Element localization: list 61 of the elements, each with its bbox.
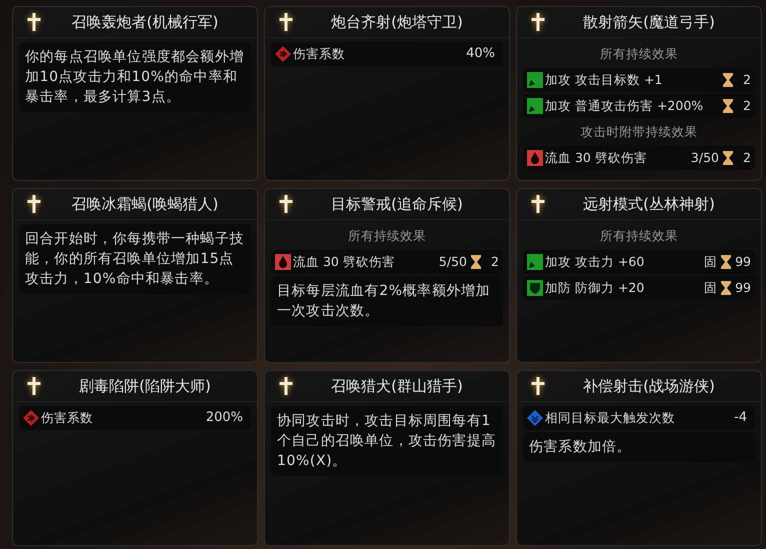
section-heading: 所有持续效果 [599,227,679,245]
cross-icon [279,13,293,31]
description: 目标每层流血有2%概率额外增加一次攻击次数。 [271,276,503,326]
duration: 99 [735,252,751,271]
duration: 2 [490,252,499,271]
skill-title: 召唤猎犬(群山猎手) [330,376,464,397]
stat-value: 40% [466,45,495,64]
stack-count: 5/50 [438,252,467,271]
effect-label: 加攻 攻击力 +60 [545,252,646,271]
cross-icon [279,195,293,213]
skill-title: 剧毒陷阱(陷阱大师) [78,376,212,397]
skill-title: 补偿射击(战场游侠) [582,376,716,397]
effect-label: 流血 30 劈砍伤害 [545,148,648,167]
duration: 2 [742,96,751,115]
effect-label: 流血 30 劈砍伤害 [293,252,396,271]
cross-icon [531,377,545,395]
stat-label: 伤害系数 [293,44,346,63]
effect-label: 加攻 攻击目标数 +1 [545,70,664,89]
stack-count: 3/50 [690,148,719,167]
fixed-marker: 固 [704,252,718,271]
skill-title: 散射箭矢(魔道弓手) [582,12,716,33]
cross-icon [279,377,293,395]
drop-icon [275,254,291,270]
diamond-icon [23,410,39,426]
skill-title: 远射模式(丛林神射) [582,194,716,215]
description: 回合开始时，你每携带一种蝎子技能，你的所有召唤单位增加15点攻击力，10%命中和暴击率。 [19,224,251,294]
description: 协同攻击时，攻击目标周围每有1个自己的召唤单位，攻击伤害提高10%(X)。 [271,406,503,476]
cross-icon [531,195,545,213]
stat-value: 200% [206,409,243,428]
skill-title: 目标警戒(追命斥候) [330,194,464,215]
duration: 2 [742,70,751,89]
stat-label: 伤害系数 [41,408,94,427]
hourglass-icon [723,151,733,165]
cross-icon [27,195,41,213]
duration: 2 [742,148,751,167]
description: 伤害系数加倍。 [523,432,755,462]
diamond-icon [527,410,543,426]
cross-icon [27,13,41,31]
diamond-icon [275,46,291,62]
stat-label: 相同目标最大触发次数 [545,408,676,427]
stat-value: -4 [734,409,747,428]
hourglass-icon [471,255,481,269]
cross-icon [531,13,545,31]
cross-icon [27,377,41,395]
drop-icon [527,150,543,166]
shield-icon [527,280,543,296]
effect-label: 加防 防御力 +20 [545,278,646,297]
section-heading: 所有持续效果 [599,45,679,63]
skill-title: 炮台齐射(炮塔守卫) [330,12,464,33]
hourglass-icon [721,255,732,269]
section-heading: 所有持续效果 [347,227,427,245]
hourglass-icon [723,99,733,113]
effect-label: 加攻 普通攻击伤害 +200% [545,96,704,115]
hourglass-icon [723,73,733,87]
skill-title: 召唤轰炮者(机械行军) [70,12,220,33]
section-heading: 攻击时附带持续效果 [580,123,698,141]
duration: 99 [735,278,751,297]
description: 你的每点召唤单位强度都会额外增加10点攻击力和10%的命中率和暴击率，最多计算3点。 [19,42,251,112]
fixed-marker: 固 [704,278,718,297]
hourglass-icon [721,281,732,295]
skill-title: 召唤冰霜蝎(唤蝎猎人) [70,194,220,215]
